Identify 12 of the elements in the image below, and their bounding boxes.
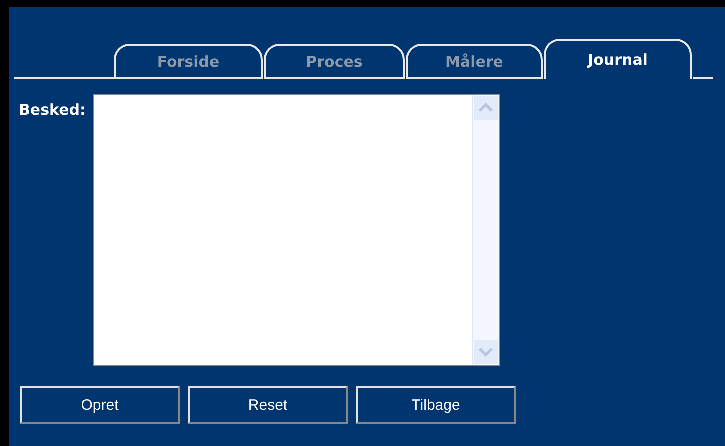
tab[interactable]: Journal <box>544 39 692 79</box>
scroll-down-icon[interactable] <box>474 340 498 364</box>
message-field[interactable] <box>93 94 500 366</box>
message-label: Besked: <box>19 101 86 119</box>
scrollbar[interactable] <box>472 95 500 365</box>
tab[interactable]: Forside <box>114 44 263 79</box>
tab[interactable]: Målere <box>406 44 543 79</box>
button[interactable]: Opret <box>20 386 180 424</box>
scroll-up-icon[interactable] <box>474 96 498 120</box>
button[interactable]: Tilbage <box>356 386 516 424</box>
tab[interactable]: Proces <box>264 44 405 79</box>
button[interactable]: Reset <box>188 386 348 424</box>
